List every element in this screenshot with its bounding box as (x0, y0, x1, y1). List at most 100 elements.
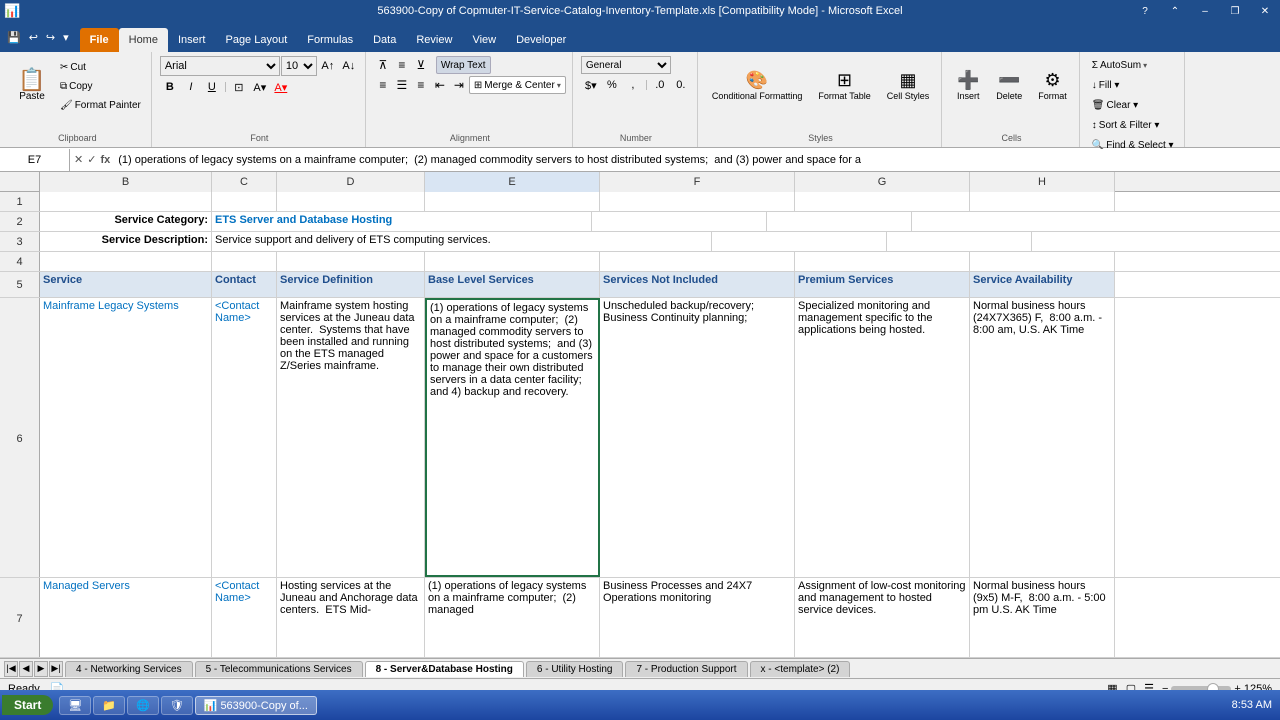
customize-quick-btn[interactable]: ▾ (60, 30, 72, 45)
cell-g5[interactable]: Premium Services (795, 272, 970, 297)
cell-c3[interactable]: Service support and delivery of ETS comp… (212, 232, 712, 251)
taskbar-icon-4[interactable]: 🛡 (161, 696, 193, 715)
tab-page-layout[interactable]: Page Layout (215, 28, 297, 52)
comma-btn[interactable]: , (623, 76, 643, 94)
number-format-select[interactable]: General (581, 56, 671, 74)
autosum-button[interactable]: Σ AutoSum ▾ (1088, 56, 1151, 74)
ribbon-minimize-btn[interactable]: ⌃ (1160, 0, 1190, 22)
cell-c6[interactable]: <Contact Name> (212, 298, 277, 577)
align-right-btn[interactable]: ≡ (412, 77, 430, 93)
cell-g4[interactable] (795, 252, 970, 271)
col-header-b[interactable]: B (40, 172, 212, 192)
sheet-tab-server[interactable]: 8 - Server&Database Hosting (365, 661, 524, 677)
tab-review[interactable]: Review (406, 28, 462, 52)
fill-button[interactable]: ↓ Fill ▾ (1088, 76, 1124, 94)
taskbar-icon-1[interactable]: 🖥 (59, 696, 91, 715)
col-header-f[interactable]: F (600, 172, 795, 192)
cell-b5[interactable]: Service (40, 272, 212, 297)
align-center-btn[interactable]: ☰ (393, 77, 411, 93)
decrease-font-btn[interactable]: A↓ (339, 57, 359, 75)
tab-home[interactable]: Home (119, 28, 168, 52)
tab-view[interactable]: View (462, 28, 506, 52)
cell-b6[interactable]: Mainframe Legacy Systems (40, 298, 212, 577)
cell-d5[interactable]: Service Definition (277, 272, 425, 297)
cell-f4[interactable] (600, 252, 795, 271)
cell-d1[interactable] (277, 192, 425, 211)
taskbar-excel-item[interactable]: 📊 563900-Copy of... (195, 696, 317, 715)
cell-g2[interactable] (592, 212, 767, 231)
format-as-table-button[interactable]: ⊞ Format Table (812, 56, 876, 114)
cell-f5[interactable]: Services Not Included (600, 272, 795, 297)
tab-insert[interactable]: Insert (168, 28, 216, 52)
font-name-select[interactable]: Arial (160, 56, 280, 76)
tab-developer[interactable]: Developer (506, 28, 576, 52)
cell-b2[interactable]: Service Category: (40, 212, 212, 231)
indent-decrease-btn[interactable]: ⇤ (431, 77, 449, 93)
sheet-tab-production[interactable]: 7 - Production Support (625, 661, 747, 677)
cell-e1[interactable] (425, 192, 600, 211)
window-restore-btn[interactable]: ❐ (1220, 0, 1250, 22)
cell-g1[interactable] (795, 192, 970, 211)
cell-e4[interactable] (425, 252, 600, 271)
cell-f7[interactable]: Business Processes and 24X7 Operations m… (600, 578, 795, 657)
cell-b7[interactable]: Managed Servers (40, 578, 212, 657)
cell-h5[interactable]: Service Availability (970, 272, 1115, 297)
taskbar-icon-3[interactable]: 🌐 (127, 696, 159, 715)
align-left-btn[interactable]: ≡ (374, 77, 392, 93)
save-quick-btn[interactable]: 💾 (4, 30, 24, 45)
cell-h4[interactable] (970, 252, 1115, 271)
start-button[interactable]: Start (2, 695, 53, 715)
sheet-tab-template[interactable]: x - <template> (2) (750, 661, 851, 677)
dollar-btn[interactable]: $▾ (581, 76, 601, 94)
cell-d4[interactable] (277, 252, 425, 271)
cell-g6[interactable]: Specialized monitoring and management sp… (795, 298, 970, 577)
cell-h2[interactable] (767, 212, 912, 231)
sheet-tab-telecom[interactable]: 5 - Telecommunications Services (195, 661, 363, 677)
cell-c2[interactable]: ETS Server and Database Hosting (212, 212, 592, 231)
borders-button[interactable]: ⊡ (229, 78, 249, 96)
copy-button[interactable]: ⧉ Copy (56, 77, 145, 95)
sheet-nav-first[interactable]: |◀ (4, 661, 18, 677)
increase-font-btn[interactable]: A↑ (318, 57, 338, 75)
format-painter-button[interactable]: 🖌 Format Painter (56, 96, 145, 114)
sheet-nav-prev[interactable]: ◀ (19, 661, 33, 677)
font-color-button[interactable]: A▾ (271, 78, 291, 96)
fill-color-button[interactable]: A▾ (250, 78, 270, 96)
cell-c7[interactable]: <Contact Name> (212, 578, 277, 657)
cell-f1[interactable] (600, 192, 795, 211)
cell-b4[interactable] (40, 252, 212, 271)
sort-filter-button[interactable]: ↕ Sort & Filter ▾ (1088, 116, 1164, 134)
paste-button[interactable]: 📋 Paste (10, 56, 54, 114)
window-close-btn[interactable]: ✕ (1250, 0, 1280, 22)
tab-formulas[interactable]: Formulas (297, 28, 363, 52)
percent-btn[interactable]: % (602, 76, 622, 94)
cell-d7[interactable]: Hosting services at the Juneau and Ancho… (277, 578, 425, 657)
cell-d6[interactable]: Mainframe system hosting services at the… (277, 298, 425, 577)
cell-f6[interactable]: Unscheduled backup/recovery; Business Co… (600, 298, 795, 577)
increase-decimal-btn[interactable]: .0 (650, 76, 670, 94)
col-header-e[interactable]: E (425, 172, 600, 192)
col-header-h[interactable]: H (970, 172, 1115, 192)
formula-input[interactable] (114, 149, 1280, 171)
cell-h1[interactable] (970, 192, 1115, 211)
align-top-btn[interactable]: ⊼ (374, 57, 392, 73)
align-middle-btn[interactable]: ≡ (393, 57, 411, 73)
cell-c1[interactable] (212, 192, 277, 211)
taskbar-icon-2[interactable]: 📁 (93, 696, 125, 715)
cell-h7[interactable]: Normal business hours (9x5) M-F, 8:00 a.… (970, 578, 1115, 657)
cut-button[interactable]: ✂ Cut (56, 58, 145, 76)
col-header-c[interactable]: C (212, 172, 277, 192)
delete-cells-button[interactable]: ➖ Delete (990, 56, 1028, 114)
tab-data[interactable]: Data (363, 28, 406, 52)
window-minimize-btn[interactable]: – (1190, 0, 1220, 22)
align-bottom-btn[interactable]: ⊻ (412, 57, 430, 73)
col-header-g[interactable]: G (795, 172, 970, 192)
sheet-tab-utility[interactable]: 6 - Utility Hosting (526, 661, 624, 677)
cell-g3[interactable] (712, 232, 887, 251)
cell-b3[interactable]: Service Description: (40, 232, 212, 251)
cell-e6[interactable]: (1) operations of legacy systems on a ma… (425, 298, 600, 577)
insert-function-icon[interactable]: fx (100, 154, 110, 166)
redo-quick-btn[interactable]: ↪ (43, 30, 58, 45)
cell-g7[interactable]: Assignment of low-cost monitoring and ma… (795, 578, 970, 657)
sheet-tab-networking[interactable]: 4 - Networking Services (65, 661, 193, 677)
